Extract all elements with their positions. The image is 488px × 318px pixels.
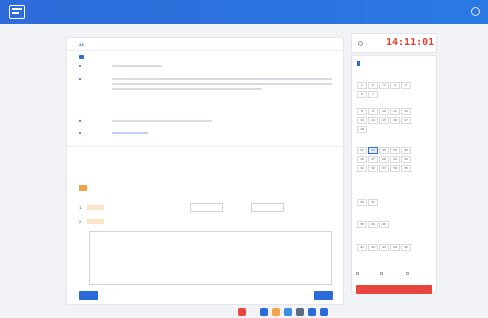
app-icon[interactable]: [308, 308, 316, 316]
answer-card-cell-16[interactable]: 16: [390, 117, 400, 124]
question-info: 22: [79, 43, 229, 48]
answer-card-cell-9[interactable]: 9: [368, 108, 378, 115]
user-name[interactable]: [444, 9, 460, 14]
answer-card-cell-28[interactable]: 28: [379, 156, 389, 163]
submit-button[interactable]: [356, 285, 432, 294]
answer-card-cell-43[interactable]: 43: [379, 244, 389, 251]
illegible-text-line: [112, 78, 332, 80]
legend-answered: [356, 271, 360, 275]
answer-card-cell-42[interactable]: 42: [368, 244, 378, 251]
app-title: [31, 7, 267, 15]
legend-marked: [406, 271, 410, 275]
divider: [67, 146, 345, 147]
answer-card-cell-29[interactable]: 29: [390, 156, 400, 163]
question-1-number: 1.: [79, 206, 83, 210]
answer-card-cell-7[interactable]: 7: [368, 91, 378, 98]
answer-card-cell-3[interactable]: 3: [379, 82, 389, 89]
answer-card-cell-36[interactable]: 36: [357, 199, 367, 206]
taskbar: [238, 306, 350, 318]
answer-card-cell-15[interactable]: 15: [379, 117, 389, 124]
question-2-number: 2.: [79, 220, 83, 224]
illegible-text-line: [112, 88, 262, 90]
clock-icon: [358, 41, 363, 46]
answer-card-cell-8[interactable]: 8: [357, 108, 367, 115]
answer-card-cell-13[interactable]: 13: [357, 117, 367, 124]
illegible-text-line: [112, 65, 162, 67]
prev-button[interactable]: [79, 291, 98, 300]
illegible-text-line: [112, 120, 212, 122]
answer-card-cell-41[interactable]: 41: [357, 244, 367, 251]
answer-card-cell-11[interactable]: 11: [390, 108, 400, 115]
app-icon[interactable]: [296, 308, 304, 316]
illegible-text-line: [112, 83, 332, 85]
app-icon[interactable]: [238, 308, 246, 316]
answer-card-cell-1[interactable]: 1: [357, 82, 367, 89]
answer-card-cell-18[interactable]: 18: [357, 126, 367, 133]
answer-card-cell-34[interactable]: 34: [390, 165, 400, 172]
answer-card-cell-2[interactable]: 2: [368, 82, 378, 89]
answer-card-marker: [357, 61, 360, 66]
answer-card-cell-35[interactable]: 35: [401, 165, 411, 172]
answer-card-cell-45[interactable]: 45: [401, 244, 411, 251]
answer-card-cell-44[interactable]: 44: [390, 244, 400, 251]
answer-card-cell-4[interactable]: 4: [390, 82, 400, 89]
answer-card-cell-6[interactable]: 6: [357, 91, 367, 98]
app-logo-icon: [9, 5, 25, 19]
answer-card-cell-12[interactable]: 12: [401, 108, 411, 115]
answer-card-cell-27[interactable]: 27: [368, 156, 378, 163]
answer-card-cell-37[interactable]: 37: [368, 199, 378, 206]
top-bar: [0, 0, 488, 24]
app-icon[interactable]: [272, 308, 280, 316]
answer-input-1[interactable]: [190, 203, 223, 212]
question-2-badge: [87, 219, 104, 224]
answer-card-cell-24[interactable]: 24: [390, 147, 400, 154]
next-button[interactable]: [314, 291, 333, 300]
answer-card-cell-25[interactable]: 25: [401, 147, 411, 154]
timer-panel: 14:11:01: [351, 33, 437, 53]
data-file-link[interactable]: [112, 132, 148, 134]
answer-card-cell-22[interactable]: 22: [368, 147, 378, 154]
answer-card-cell-30[interactable]: 30: [401, 156, 411, 163]
answer-card-cell-10[interactable]: 10: [379, 108, 389, 115]
settings-gear-icon[interactable]: [471, 7, 480, 16]
divider: [67, 50, 345, 51]
background-section-icon: [79, 55, 84, 59]
app-icon[interactable]: [320, 308, 328, 316]
answer-card: 1 2 3 4 5 6 7 8 9 10 11 12 13 14 15 16 17 18 21 22 23 24 25 26 2…: [351, 55, 437, 293]
answer-card-cell-31[interactable]: 31: [357, 165, 367, 172]
question-1-badge: [87, 205, 104, 210]
answer-card-cell-5[interactable]: 5: [401, 82, 411, 89]
answer-section-icon: [79, 185, 87, 191]
question-panel: 22 1. 2.: [66, 37, 345, 305]
answer-card-cell-17[interactable]: 17: [401, 117, 411, 124]
answer-card-cell-23[interactable]: 23: [379, 147, 389, 154]
legend-unanswered: [380, 271, 384, 275]
answer-input-2[interactable]: [251, 203, 284, 212]
answer-card-cell-33[interactable]: 33: [379, 165, 389, 172]
answer-card-cell-38[interactable]: 38: [357, 221, 367, 228]
answer-card-cell-40[interactable]: 40: [379, 221, 389, 228]
app-icon[interactable]: [284, 308, 292, 316]
answer-card-cell-14[interactable]: 14: [368, 117, 378, 124]
app-icon[interactable]: [260, 308, 268, 316]
answer-card-cell-32[interactable]: 32: [368, 165, 378, 172]
question-number: 22: [79, 43, 84, 47]
timer-value: 14:11:01: [386, 37, 435, 48]
answer-textarea[interactable]: [89, 231, 332, 285]
answer-card-cell-26[interactable]: 26: [357, 156, 367, 163]
answer-card-cell-21[interactable]: 21: [357, 147, 367, 154]
answer-card-cell-39[interactable]: 39: [368, 221, 378, 228]
